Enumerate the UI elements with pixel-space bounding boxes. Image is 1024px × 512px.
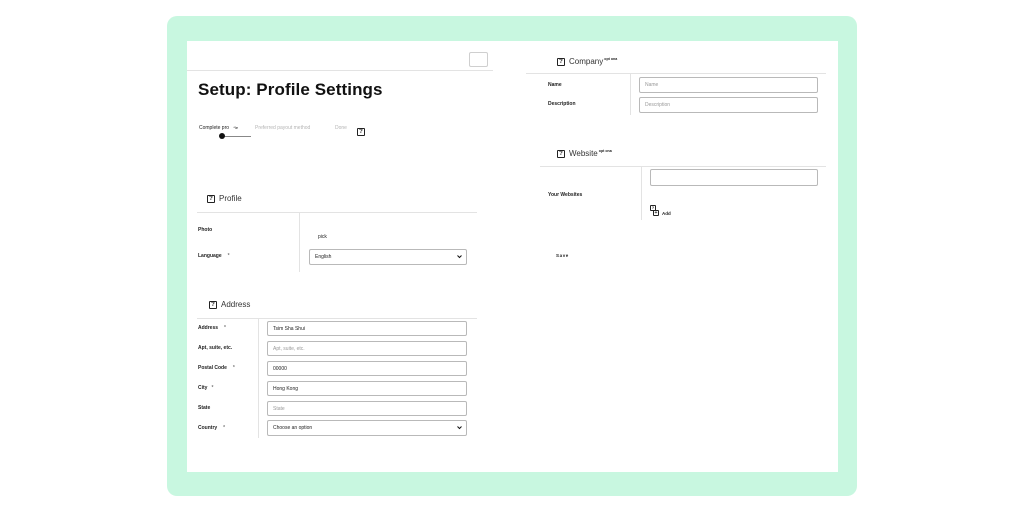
step-payout-method[interactable]: Preferred payout method [255,125,310,131]
help-icon: ? [209,300,217,309]
step-1-label: Complete pro [199,125,230,131]
address-label-text: Address [198,325,219,331]
address-divider [197,318,477,319]
language-required-mark: * [227,253,230,259]
page-title: Setup: Profile Settings [198,80,383,99]
company-heading-text: Company [569,57,604,66]
city-label-text: City [198,385,208,391]
header-button[interactable] [469,52,488,67]
postal-code-input[interactable]: 00000 [267,361,467,376]
help-icon: ? [557,149,565,158]
postal-code-label-text: Postal Code [198,365,227,371]
website-optional-note: opt ona [598,149,612,154]
chevron-down-icon [457,426,462,430]
websites-label: Your Websites [548,192,583,198]
postal-code-required-mark: * [232,365,235,371]
profile-column-divider [299,212,300,272]
step-current-dot [219,133,225,139]
help-icon: ? [557,57,565,66]
company-description-label: Description [548,101,576,107]
address-input[interactable]: Tsim Sha Shui [267,321,467,336]
website-heading: ? Websiteopt ona [557,149,612,158]
company-description-input[interactable]: Description [639,97,818,113]
state-input[interactable]: State [267,401,467,416]
company-name-label: Name [548,82,562,88]
address-heading-text: Address [221,300,251,309]
country-label-text: Country [198,425,218,431]
country-label: Country * [198,425,225,431]
apt-label: Apt, suite, etc. [198,345,233,351]
profile-divider [197,212,477,213]
add-icon: + [653,209,659,216]
website-column-divider [641,166,642,220]
company-name-input[interactable]: Name [639,77,818,93]
profile-heading-text: Profile [219,194,242,203]
add-website-label: Add [662,210,671,216]
language-select-value: English [315,254,332,260]
postal-code-label: Postal Code * [198,365,235,371]
language-label-text: Language [198,253,222,259]
apt-input[interactable]: Apt, suite, etc. [267,341,467,356]
step-1-mark: *le [233,125,239,130]
state-label: State [198,405,211,411]
company-optional-note: opt ona [604,57,618,62]
company-heading: ? Companyopt ona [557,57,617,66]
company-divider [526,73,826,74]
add-website-button[interactable]: + Add [653,210,671,216]
photo-pick-link[interactable]: pick [318,234,327,240]
country-select-value: Choose an option [273,425,313,431]
company-column-divider [630,73,631,115]
address-heading: ? Address [209,300,250,309]
step-done[interactable]: Done [335,125,347,131]
country-required-mark: * [223,425,226,431]
website-heading-text: Website [569,149,598,158]
language-label: Language * [198,253,230,259]
step-track [222,136,251,137]
country-select[interactable]: Choose an option [267,420,467,436]
save-button[interactable]: Save [556,253,569,258]
chevron-down-icon [457,255,462,259]
city-required-mark: * [211,385,214,391]
profile-heading: ? Profile [207,194,242,203]
city-input[interactable]: Hong Kong [267,381,467,396]
step-help-icon[interactable]: ? [357,120,365,138]
step-complete-profile[interactable]: Complete pro *le [199,125,238,131]
help-icon: ? [207,194,215,203]
address-label: Address * [198,325,226,331]
header-divider [187,70,493,71]
address-column-divider [258,318,259,438]
language-select[interactable]: English [309,249,467,265]
website-divider [540,166,826,167]
city-label: City * [198,385,213,391]
photo-label: Photo [198,227,213,233]
website-url-input[interactable] [650,169,818,186]
address-required-mark: * [224,325,226,331]
